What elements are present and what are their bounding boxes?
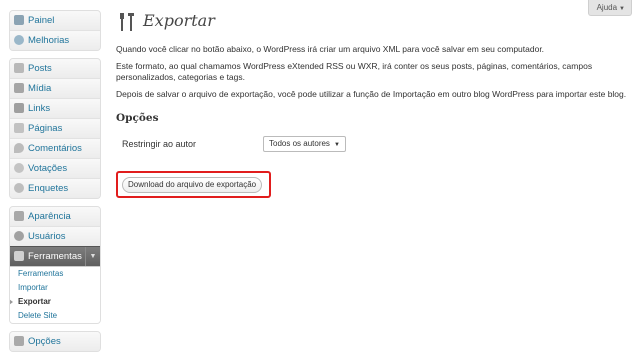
dashboard-icon [14,15,24,25]
tools-submenu: Ferramentas Importar Exportar Delete Sit… [10,266,100,323]
admin-sidebar: Painel Melhorias Posts Mídia Links Págin… [9,10,101,359]
menu-group-content: Posts Mídia Links Páginas Comentários Vo… [9,58,101,199]
chevron-down-icon: ▼ [333,142,340,148]
author-label: Restringir ao autor [122,139,197,149]
download-export-button[interactable]: Download do arquivo de exportação [122,177,263,193]
submenu-item-exportar[interactable]: Exportar [10,295,100,309]
sidebar-item-links[interactable]: Links [10,98,100,118]
main-content: Exportar Quando você clicar no botão aba… [116,8,630,198]
sidebar-item-label: Ferramentas [28,251,82,262]
sidebar-item-label: Opções [28,336,61,347]
sidebar-item-label: Usuários [28,231,66,242]
updates-icon [14,35,24,45]
sidebar-item-midia[interactable]: Mídia [10,78,100,98]
submenu-item-ferramentas[interactable]: Ferramentas [10,267,100,281]
sidebar-item-label: Mídia [28,83,52,94]
author-row: Restringir ao autor Todos os autores ▼ [116,136,630,154]
description-paragraph: Depois de salvar o arquivo de exportação… [116,89,627,99]
submenu-item-delete-site[interactable]: Delete Site [10,309,100,323]
author-select-value: Todos os autores [269,139,330,148]
sidebar-item-usuarios[interactable]: Usuários [10,226,100,246]
media-icon [14,83,24,93]
sidebar-item-label: Links [28,103,51,114]
sidebar-item-opcoes[interactable]: Opções [10,332,100,351]
sidebar-item-aparencia[interactable]: Aparência [10,207,100,226]
appearance-icon [14,211,24,221]
sidebar-item-ferramentas[interactable]: Ferramentas ▼ [10,246,100,266]
sidebar-item-label: Aparência [28,211,71,222]
download-highlight-box: Download do arquivo de exportação [116,171,271,198]
sidebar-item-enquetes[interactable]: Enquetes [10,178,100,198]
sidebar-item-label: Votações [28,163,68,174]
links-icon [14,103,24,113]
sidebar-item-melhorias[interactable]: Melhorias [10,30,100,50]
menu-group-settings: Opções [9,331,101,352]
sidebar-item-label: Enquetes [28,183,69,194]
menu-group-dashboard: Painel Melhorias [9,10,101,51]
sidebar-item-comentarios[interactable]: Comentários [10,138,100,158]
sidebar-item-posts[interactable]: Posts [10,59,100,78]
sidebar-item-painel[interactable]: Painel [10,11,100,30]
tools-icon [14,251,24,261]
sidebar-item-label: Comentários [28,143,82,154]
users-icon [14,231,24,241]
polls-icon [14,183,24,193]
sidebar-item-label: Painel [28,15,55,26]
description-paragraph: Este formato, ao qual chamamos WordPress… [116,61,593,82]
submenu-toggle-icon[interactable]: ▼ [85,247,100,266]
tools-title-icon [120,13,134,31]
title-row: Exportar [116,8,630,38]
votes-icon [14,163,24,173]
sidebar-item-label: Melhorias [28,35,70,46]
pages-icon [14,123,24,133]
submenu-item-importar[interactable]: Importar [10,281,100,295]
posts-icon [14,63,24,73]
description-paragraph: Quando você clicar no botão abaixo, o Wo… [116,44,545,54]
sidebar-item-votacoes[interactable]: Votações [10,158,100,178]
author-select[interactable]: Todos os autores ▼ [263,136,346,152]
page-title: Exportar [143,11,215,30]
sidebar-item-paginas[interactable]: Páginas [10,118,100,138]
sidebar-item-label: Páginas [28,123,63,134]
settings-icon [14,336,24,346]
comments-icon [14,143,24,153]
options-heading: Opções [116,112,159,124]
sidebar-item-label: Posts [28,63,52,74]
menu-group-admin: Aparência Usuários Ferramentas ▼ Ferrame… [9,206,101,324]
